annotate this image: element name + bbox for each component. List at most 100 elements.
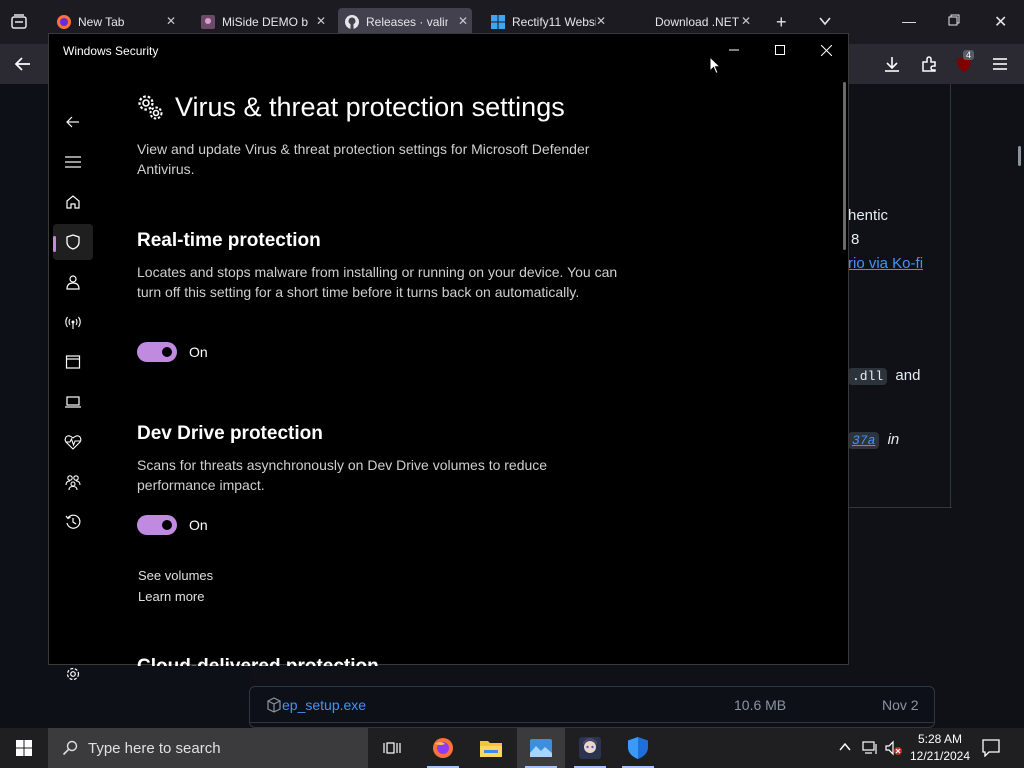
page-scrollbar-thumb[interactable] [1018, 146, 1021, 166]
tab-title: New Tab [78, 15, 125, 29]
home-icon[interactable] [53, 184, 93, 220]
back-arrow-icon[interactable] [14, 55, 32, 73]
text-fragment: in [887, 431, 900, 448]
app-browser-control-icon[interactable] [53, 344, 93, 380]
file-explorer-icon[interactable] [467, 728, 515, 768]
show-hidden-icons-chevron[interactable] [838, 741, 852, 753]
search-placeholder: Type here to search [88, 739, 221, 757]
close-tab-icon[interactable]: ✕ [596, 14, 606, 28]
asset-row[interactable]: ep_setup.exe 10.6 MB Nov 2 [250, 687, 934, 723]
ublock-icon[interactable]: 4 [955, 50, 975, 73]
devdrive-toggle-label: On [189, 517, 208, 533]
game-taskbar-icon[interactable] [566, 728, 614, 768]
family-options-icon[interactable] [53, 464, 93, 500]
tab-rectify11[interactable]: Rectify11 Websi ✕ [490, 8, 610, 36]
content-scrollbar[interactable] [843, 82, 846, 250]
volume-muted-icon[interactable] [885, 740, 903, 756]
see-volumes-link[interactable]: See volumes [138, 568, 213, 583]
close-tab-icon[interactable]: ✕ [741, 14, 751, 28]
toggle-knob [162, 520, 172, 530]
windows-security-window: Windows Security Virus & threat protecti… [48, 33, 849, 681]
cloud-protection-heading: Cloud-delivered protection [137, 656, 379, 666]
start-button[interactable] [0, 728, 48, 768]
device-health-icon[interactable] [53, 424, 93, 460]
devdrive-toggle[interactable] [137, 515, 177, 535]
game-icon [200, 14, 216, 30]
page-description: View and update Virus & threat protectio… [137, 141, 590, 177]
protection-history-icon[interactable] [53, 504, 93, 540]
taskbar-search-box[interactable]: Type here to search [48, 728, 368, 768]
windows-security-taskbar-icon[interactable] [614, 728, 662, 768]
tab-title: Releases · valine [366, 15, 448, 29]
close-tab-icon[interactable]: ✕ [166, 14, 176, 28]
extensions-icon[interactable] [920, 55, 938, 73]
code-snippet: .dll [848, 368, 888, 385]
shield-icon[interactable] [53, 224, 93, 260]
divider [848, 507, 952, 508]
asset-size: 10.6 MB [734, 696, 787, 713]
network-wifi-icon[interactable] [53, 304, 93, 340]
realtime-toggle[interactable] [137, 342, 177, 362]
nav-rail [49, 66, 97, 681]
account-protection-icon[interactable] [53, 264, 93, 300]
clock-time: 5:28 AM [917, 732, 963, 746]
clock-date: 12/21/2024 [909, 749, 971, 763]
chevron-down-icon[interactable] [818, 14, 832, 28]
release-text-fragment: .dll and [848, 367, 921, 385]
close-tab-icon[interactable]: ✕ [458, 14, 468, 28]
release-assets-box: ep_setup.exe 10.6 MB Nov 2 [249, 686, 935, 728]
back-button[interactable] [53, 104, 93, 140]
image-app-icon[interactable] [517, 728, 565, 768]
text-fragment: and [895, 367, 921, 384]
close-button[interactable] [803, 34, 849, 66]
devdrive-heading: Dev Drive protection [137, 423, 323, 444]
device-security-icon[interactable] [53, 384, 93, 420]
tab-list-icon[interactable] [10, 13, 28, 31]
page-title: Virus & threat protection settings [137, 92, 565, 123]
selected-indicator [53, 236, 56, 252]
network-icon[interactable] [862, 740, 878, 756]
github-icon [344, 14, 360, 30]
new-tab-button[interactable]: + [776, 12, 787, 33]
realtime-description: Locates and stops malware from installin… [137, 264, 618, 300]
download-icon[interactable] [883, 55, 901, 73]
close-browser-button[interactable]: ✕ [994, 12, 1007, 32]
tab-new-tab[interactable]: New Tab ✕ [56, 8, 180, 36]
tab-title: Download .NET [655, 15, 740, 29]
taskbar-clock[interactable]: 5:28 AM 12/21/2024 [905, 731, 975, 765]
search-icon [62, 740, 78, 756]
divider [950, 84, 951, 507]
learn-more-link[interactable]: Learn more [138, 589, 204, 604]
commit-hash-link[interactable]: 37a [848, 432, 880, 449]
restore-browser-button[interactable] [948, 14, 960, 26]
release-text-fragment: hentic [848, 207, 889, 224]
realtime-toggle-label: On [189, 344, 208, 360]
package-icon [266, 696, 282, 713]
release-text-fragment: 8 [851, 231, 860, 248]
task-view-icon[interactable] [368, 728, 416, 768]
hamburger-menu-icon[interactable] [53, 144, 93, 180]
tab-dotnet[interactable]: Download .NET ✕ [655, 8, 759, 36]
tab-title: MiSide DEMO b [222, 15, 309, 29]
firefox-taskbar-icon[interactable] [419, 728, 467, 768]
menu-icon[interactable] [992, 57, 1008, 71]
gears-icon [137, 94, 165, 122]
asset-name-link[interactable]: ep_setup.exe [282, 697, 366, 713]
minimize-browser-button[interactable]: — [902, 13, 916, 29]
windows-logo-icon [490, 14, 506, 30]
settings-gear-icon[interactable] [53, 656, 93, 692]
release-text-fragment: 37a in [848, 431, 900, 449]
notification-center-icon[interactable] [982, 739, 1000, 757]
windows-taskbar: Type here to search 5:28 AM 12/21/2024 [0, 728, 1024, 768]
settings-content: Virus & threat protection settings View … [137, 66, 837, 666]
kofi-link[interactable]: rio via Ko-fi [848, 255, 923, 272]
devdrive-description: Scans for threats asynchronously on Dev … [137, 457, 548, 493]
notification-badge: 4 [963, 50, 975, 60]
close-tab-icon[interactable]: ✕ [316, 14, 326, 28]
maximize-button[interactable] [757, 34, 803, 66]
realtime-heading: Real-time protection [137, 230, 321, 251]
asset-date: Nov 2 [882, 696, 919, 713]
page-title-text: Virus & threat protection settings [175, 92, 565, 122]
tab-releases[interactable]: Releases · valine ✕ [338, 8, 472, 36]
tab-miside[interactable]: MiSide DEMO b ✕ [200, 8, 330, 36]
